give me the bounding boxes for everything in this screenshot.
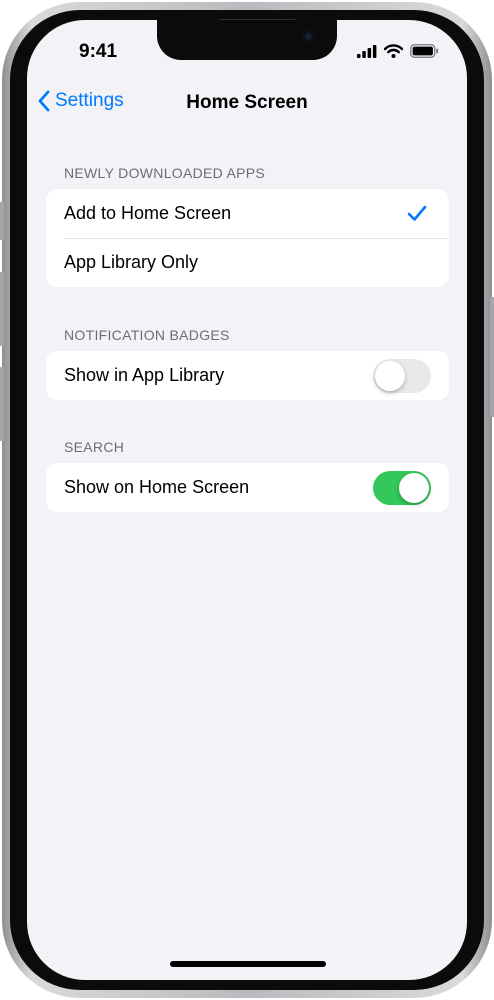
row-show-in-app-library: Show in App Library xyxy=(46,351,449,400)
front-camera xyxy=(302,30,315,43)
checkmark-icon xyxy=(407,205,427,221)
section-header-newly-downloaded: NEWLY DOWNLOADED APPS xyxy=(64,165,266,181)
volume-down-button xyxy=(0,367,4,441)
toggle-knob xyxy=(399,473,429,503)
row-show-on-home-screen: Show on Home Screen xyxy=(46,463,449,512)
show-in-app-library-toggle[interactable] xyxy=(373,359,431,393)
status-time: 9:41 xyxy=(79,41,118,62)
option-add-to-home-screen[interactable]: Add to Home Screen xyxy=(46,189,449,238)
home-indicator[interactable] xyxy=(170,961,326,967)
row-label: Show in App Library xyxy=(64,365,225,385)
battery-icon xyxy=(410,44,439,58)
cellular-signal-icon xyxy=(357,44,377,58)
toggle-knob xyxy=(375,361,405,391)
newly-downloaded-group: Add to Home Screen App Library Only xyxy=(46,189,449,287)
option-app-library-only[interactable]: App Library Only xyxy=(46,238,449,287)
screen: 9:41 Settings Home Screen NEWLY DOWNLOAD… xyxy=(27,20,467,980)
notch xyxy=(157,20,337,60)
silent-switch xyxy=(0,202,4,240)
side-button xyxy=(490,297,494,417)
show-on-home-screen-toggle[interactable] xyxy=(373,471,431,505)
wifi-icon xyxy=(384,44,403,58)
status-icons xyxy=(357,44,439,58)
search-group: Show on Home Screen xyxy=(46,463,449,512)
notification-badges-group: Show in App Library xyxy=(46,351,449,400)
page-title: Home Screen xyxy=(186,92,308,113)
section-header-search: SEARCH xyxy=(64,439,125,455)
section-header-notification-badges: NOTIFICATION BADGES xyxy=(64,327,230,343)
row-label: Show on Home Screen xyxy=(64,477,250,497)
option-label: Add to Home Screen xyxy=(64,203,232,223)
option-label: App Library Only xyxy=(64,252,199,272)
volume-up-button xyxy=(0,272,4,346)
